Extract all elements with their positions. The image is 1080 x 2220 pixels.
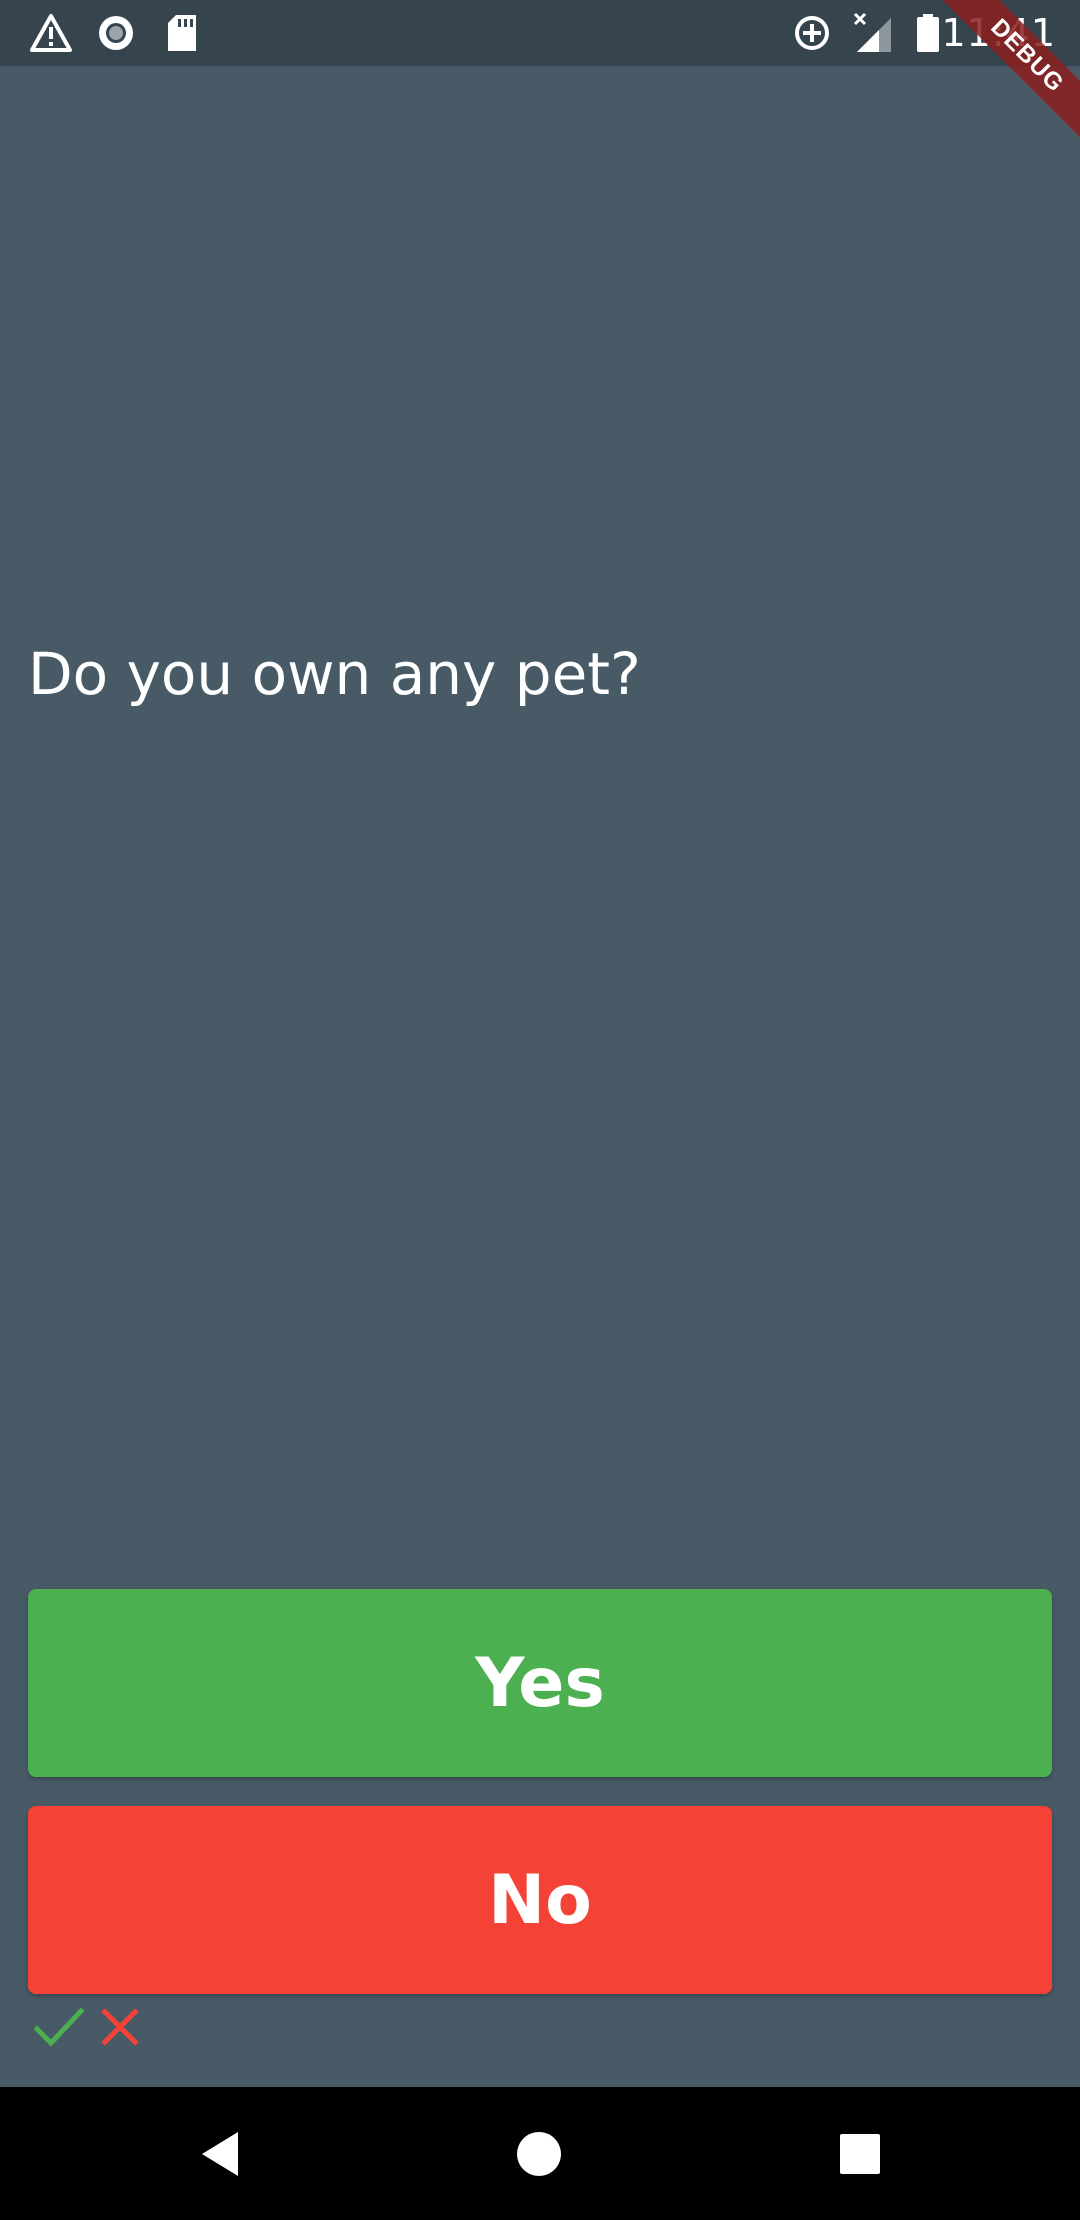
question-text: Do you own any pet?	[28, 640, 641, 708]
sd-card-icon	[164, 0, 200, 66]
navigation-bar	[0, 2087, 1080, 2220]
yes-button[interactable]: Yes	[28, 1589, 1052, 1777]
battery-icon	[912, 0, 944, 66]
back-icon[interactable]	[140, 2087, 300, 2220]
answer-history	[33, 2004, 142, 2054]
no-button[interactable]: No	[28, 1806, 1052, 1994]
sync-circle-icon	[94, 0, 138, 66]
status-time: 11:41	[941, 11, 1056, 55]
cross-icon	[98, 2005, 142, 2054]
signal-icon	[850, 0, 894, 66]
home-icon[interactable]	[459, 2087, 619, 2220]
warning-icon	[26, 0, 76, 66]
data-saver-icon	[790, 0, 834, 66]
status-bar: 11:41	[0, 0, 1080, 66]
check-icon	[33, 2005, 85, 2054]
app-screen: 11:41 DEBUG Do you own any pet? Yes No	[0, 0, 1080, 2220]
recents-icon[interactable]	[780, 2087, 940, 2220]
